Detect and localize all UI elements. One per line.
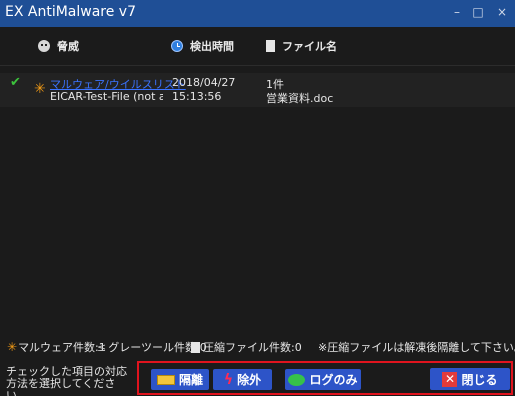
malware-count: ✳ マルウェア件数:1 bbox=[7, 339, 106, 355]
speech-bubble-icon bbox=[288, 373, 306, 386]
exclude-button[interactable]: ϟ 除外 bbox=[213, 369, 272, 390]
malware-small-icon: ✳ bbox=[7, 340, 18, 354]
file-icon bbox=[266, 40, 275, 52]
compressed-count: 圧縮ファイル件数:0 bbox=[191, 339, 302, 355]
header-divider bbox=[0, 65, 515, 66]
greyware-icon: ≤ bbox=[97, 340, 107, 354]
malware-count-label: マルウェア件数:1 bbox=[18, 341, 106, 354]
detected-time: 15:13:56 bbox=[172, 90, 222, 103]
column-threat-label: 脅威 bbox=[57, 40, 79, 53]
quarantine-label: 隔離 bbox=[178, 373, 203, 387]
log-only-label: ログのみ bbox=[309, 373, 358, 387]
compressed-count-label: 圧縮ファイル件数:0 bbox=[203, 341, 302, 354]
detected-date: 2018/04/27 bbox=[172, 76, 236, 89]
close-window-button[interactable]: × bbox=[494, 4, 510, 20]
quarantine-icon bbox=[156, 374, 175, 385]
close-label: 閉じる bbox=[461, 372, 498, 387]
quarantine-button[interactable]: 隔離 bbox=[151, 369, 209, 390]
column-threat[interactable]: 脅威 bbox=[38, 36, 79, 56]
compressed-note: ※圧縮ファイルは解凍後隔離して下さい。 bbox=[318, 341, 515, 354]
log-only-button[interactable]: ログのみ bbox=[285, 369, 361, 390]
close-icon: ✕ bbox=[442, 371, 458, 387]
table-row[interactable]: ✔ ✳ マルウェア/ウイルスリスト EICAR-Test-File (not a… bbox=[0, 73, 515, 107]
status-bar: ✳ マルウェア件数:1 ≤ グレーツール件数:0 圧縮ファイル件数:0 ※圧縮フ… bbox=[0, 339, 515, 355]
skull-icon bbox=[38, 40, 50, 52]
column-file-name-label: ファイル名 bbox=[282, 40, 337, 53]
exclude-label: 除外 bbox=[237, 373, 262, 387]
action-prompt: チェックした項目の対応方法を選択してください。 bbox=[6, 365, 127, 396]
column-header: 脅威 検出時間 ファイル名 bbox=[0, 36, 515, 56]
malware-icon: ✳ bbox=[34, 81, 46, 97]
close-button[interactable]: ✕ 閉じる bbox=[430, 368, 510, 390]
lightning-icon: ϟ bbox=[223, 371, 234, 388]
row-checkbox[interactable]: ✔ bbox=[10, 75, 21, 90]
file-name: 営業資料.doc bbox=[266, 92, 334, 105]
clock-icon bbox=[171, 40, 183, 52]
compressed-file-icon bbox=[191, 341, 200, 353]
column-file-name[interactable]: ファイル名 bbox=[266, 36, 337, 56]
title-bar: EX AntiMalware v7 – □ × bbox=[0, 0, 515, 27]
maximize-button[interactable]: □ bbox=[470, 4, 486, 20]
window-title: EX AntiMalware v7 bbox=[5, 4, 136, 20]
column-detected-time[interactable]: 検出時間 bbox=[171, 36, 234, 56]
threat-name: EICAR-Test-File (not a virus) bbox=[50, 90, 163, 103]
minimize-button[interactable]: – bbox=[449, 4, 465, 20]
column-detected-time-label: 検出時間 bbox=[190, 40, 234, 53]
action-button-group: 隔離 ϟ 除外 ログのみ ✕ 閉じる bbox=[137, 361, 513, 395]
